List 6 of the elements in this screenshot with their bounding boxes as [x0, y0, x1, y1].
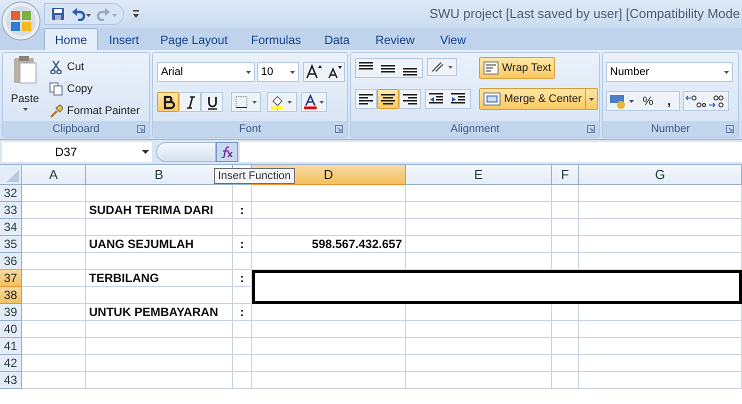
window-title: SWU project [Last saved by user] [Compatibility Mode	[428, 5, 741, 24]
group-label: Number	[650, 122, 690, 137]
tooltip: Insert Function	[214, 168, 295, 184]
group-label: Alignment	[450, 122, 500, 137]
group-label: Clipboard	[52, 122, 100, 137]
group-label: Font	[238, 122, 261, 137]
